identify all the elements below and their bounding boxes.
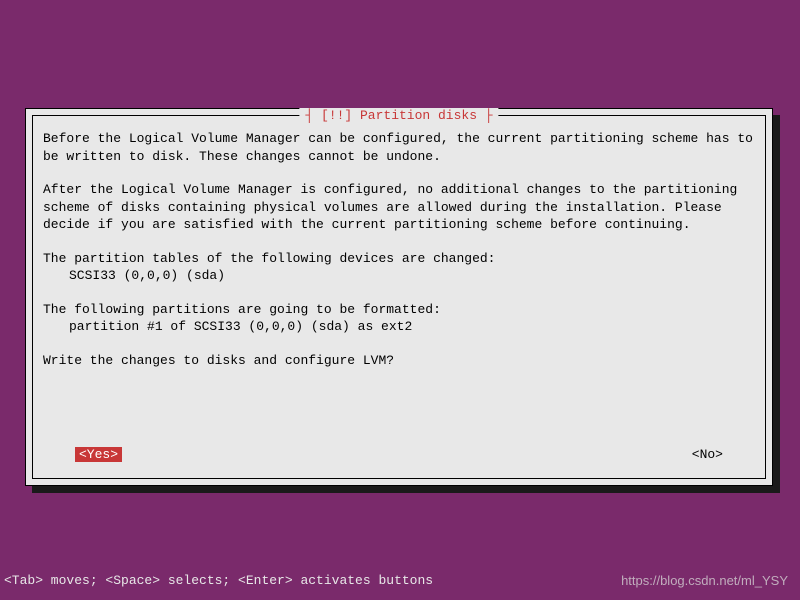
- dialog-buttons: <Yes> <No>: [43, 447, 755, 462]
- dialog-paragraph: The partition tables of the following de…: [43, 250, 755, 268]
- dialog-paragraph: The following partitions are going to be…: [43, 301, 755, 319]
- dialog-inner-frame: ┤ [!!] Partition disks ├ Before the Logi…: [32, 115, 766, 479]
- watermark: https://blog.csdn.net/ml_YSY: [621, 573, 788, 588]
- partition-disks-dialog: ┤ [!!] Partition disks ├ Before the Logi…: [25, 108, 773, 486]
- footer-hint: <Tab> moves; <Space> selects; <Enter> ac…: [4, 573, 433, 588]
- dialog-title: ┤ [!!] Partition disks ├: [299, 108, 498, 123]
- device-item: SCSI33 (0,0,0) (sda): [43, 267, 755, 285]
- dialog-content: Before the Logical Volume Manager can be…: [43, 130, 755, 369]
- dialog-paragraph: After the Logical Volume Manager is conf…: [43, 181, 755, 234]
- dialog-paragraph: Before the Logical Volume Manager can be…: [43, 130, 755, 165]
- partition-item: partition #1 of SCSI33 (0,0,0) (sda) as …: [43, 318, 755, 336]
- yes-button[interactable]: <Yes>: [75, 447, 122, 462]
- no-button[interactable]: <No>: [692, 447, 723, 462]
- dialog-question: Write the changes to disks and configure…: [43, 352, 755, 370]
